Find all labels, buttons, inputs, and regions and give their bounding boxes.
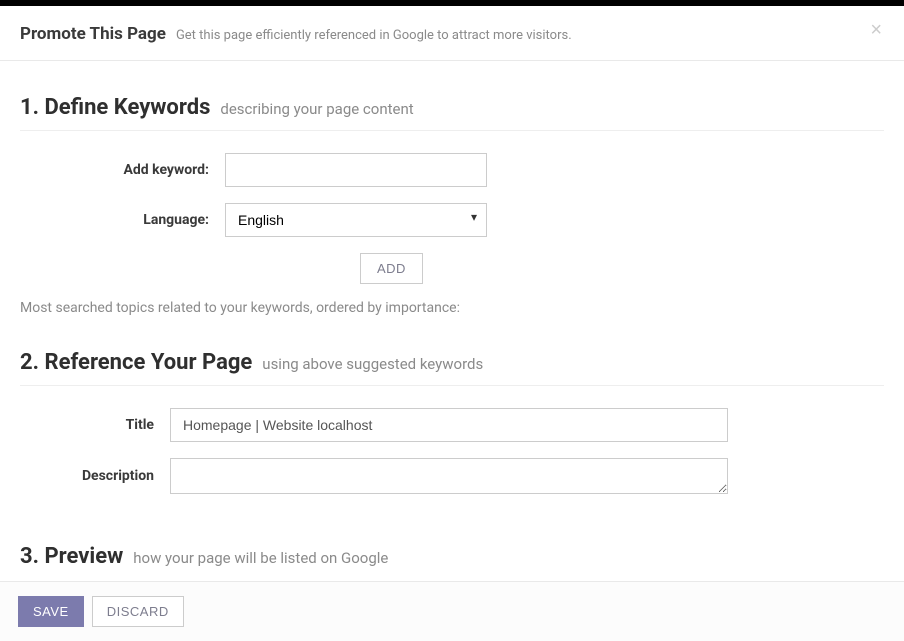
title-label: Title: [20, 417, 170, 433]
description-row: Description: [20, 458, 884, 494]
section-reference-page: 2. Reference Your Page using above sugge…: [20, 316, 884, 494]
close-icon[interactable]: ×: [870, 20, 882, 40]
section-title: 3. Preview: [20, 544, 123, 569]
section-title: 2. Reference Your Page: [20, 350, 252, 375]
section-desc: how your page will be listed on Google: [133, 549, 388, 567]
section-preview: 3. Preview how your page will be listed …: [20, 510, 884, 579]
language-select-wrap: English: [225, 203, 487, 237]
keyword-label: Add keyword:: [20, 162, 225, 178]
description-label: Description: [20, 468, 170, 484]
language-label: Language:: [20, 212, 225, 228]
section-desc: describing your page content: [220, 100, 413, 118]
keyword-input[interactable]: [225, 153, 487, 187]
title-input[interactable]: [170, 408, 728, 442]
save-button[interactable]: SAVE: [18, 596, 84, 627]
modal-title: Promote This Page: [20, 24, 166, 44]
modal-header: Promote This Page Get this page efficien…: [0, 6, 904, 61]
section-header: 1. Define Keywords describing your page …: [20, 95, 884, 131]
promote-page-modal: Promote This Page Get this page efficien…: [0, 0, 904, 641]
modal-body[interactable]: 1. Define Keywords describing your page …: [0, 61, 904, 581]
description-input[interactable]: [170, 458, 728, 494]
section-desc: using above suggested keywords: [262, 355, 483, 373]
section-header: 3. Preview how your page will be listed …: [20, 544, 884, 579]
section-header: 2. Reference Your Page using above sugge…: [20, 350, 884, 386]
language-select[interactable]: English: [225, 203, 487, 237]
keyword-row: Add keyword:: [20, 153, 884, 187]
section-title: 1. Define Keywords: [20, 95, 210, 120]
discard-button[interactable]: DISCARD: [92, 596, 184, 627]
section-define-keywords: 1. Define Keywords describing your page …: [20, 61, 884, 316]
modal-subtitle: Get this page efficiently referenced in …: [176, 28, 572, 43]
modal-footer: SAVE DISCARD: [0, 581, 904, 641]
language-row: Language: English: [20, 203, 884, 237]
title-row: Title: [20, 408, 884, 442]
keywords-help-text: Most searched topics related to your key…: [20, 300, 884, 316]
add-button[interactable]: ADD: [360, 253, 423, 284]
add-button-row: ADD: [20, 253, 884, 284]
